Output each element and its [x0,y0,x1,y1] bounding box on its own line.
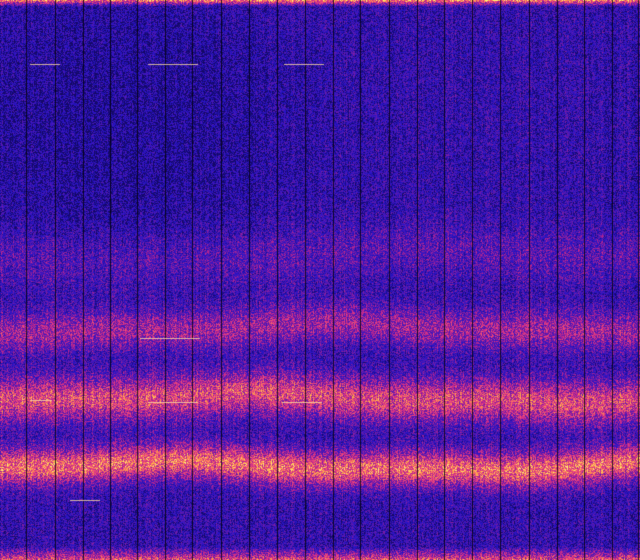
spectrogram-image [0,0,640,560]
spectrogram-view [0,0,640,560]
